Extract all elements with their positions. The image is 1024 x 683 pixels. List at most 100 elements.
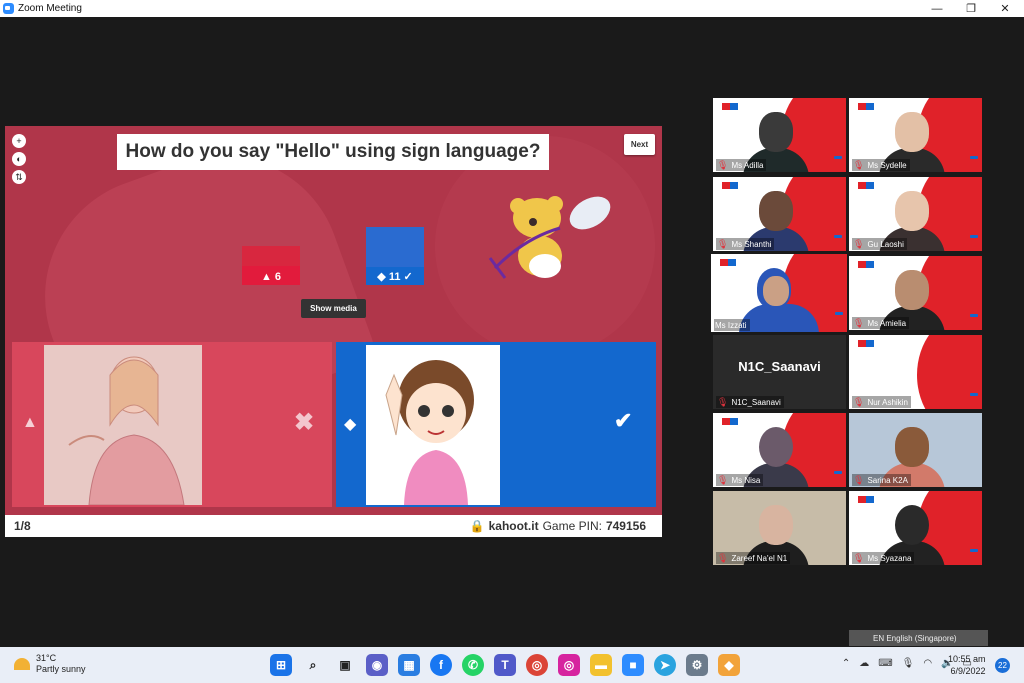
muted-mic-icon: 🎙 xyxy=(717,159,729,170)
kahoot-footer: 1/8 🔒 kahoot.it Game PIN: 749156 xyxy=(5,515,662,537)
participant-name: N1C_Saanavi xyxy=(731,397,781,407)
chevron-up-icon[interactable]: ⌃ xyxy=(842,658,850,669)
muted-mic-icon: 🎙 xyxy=(853,317,865,328)
diamond-icon: ◆ xyxy=(344,416,357,433)
taskbar-apps: ⊞ ⌕ ▣ ◉ ▦ f ✆ T ◎ ◎ ▬ ■ ➤ ⚙ ◆ xyxy=(270,654,740,676)
share-toolbar: + ◐ ⇅ xyxy=(12,134,26,184)
cupid-bear-mascot xyxy=(488,196,611,279)
settings-gear-icon[interactable]: ⚙ xyxy=(686,654,708,676)
zoom-in-icon[interactable]: + xyxy=(12,134,26,148)
window-title: Zoom Meeting xyxy=(18,3,82,14)
answer-image-girl-waving xyxy=(44,345,202,505)
answer-count: 6 xyxy=(274,271,282,283)
muted-mic-icon: 🎙 xyxy=(717,474,729,485)
calendar-app-icon[interactable]: ▦ xyxy=(398,654,420,676)
participant-tile[interactable]: 🎙 Ms Syazana xyxy=(849,491,982,565)
show-media-button[interactable]: Show media xyxy=(301,299,366,318)
minimize-button[interactable]: — xyxy=(920,0,954,17)
participant-tile[interactable]: 🎙 Ms Nisa xyxy=(713,413,846,487)
participant-tile[interactable]: 🎙 Nur Ashikin xyxy=(849,335,982,409)
participant-tile[interactable]: 🎙 Zareef Na'el N1 xyxy=(713,491,846,565)
participant-name: Zareef Na'el N1 xyxy=(731,553,788,563)
windows-taskbar: 31°C Partly sunny ⊞ ⌕ ▣ ◉ ▦ f ✆ T ◎ ◎ ▬ ■… xyxy=(0,647,1024,683)
close-button[interactable]: ✕ xyxy=(988,0,1022,17)
lock-icon: 🔒 xyxy=(469,519,485,533)
settings-icon[interactable]: ⇅ xyxy=(12,170,26,184)
answer-count: 11 ✓ xyxy=(388,271,413,283)
date: 6/9/2022 xyxy=(950,666,986,676)
next-button[interactable]: Next xyxy=(624,134,655,155)
teams-icon[interactable]: T xyxy=(494,654,516,676)
weather-widget[interactable]: 31°C Partly sunny xyxy=(14,653,86,675)
participant-name: Ms Shanthi xyxy=(731,239,772,249)
pin-value: 749156 xyxy=(605,519,646,533)
start-icon[interactable]: ⊞ xyxy=(270,654,292,676)
search-icon[interactable]: ⌕ xyxy=(302,654,324,676)
correct-icon: ✔ xyxy=(614,408,633,433)
weather-desc: Partly sunny xyxy=(36,664,86,674)
participant-tile[interactable]: 🎙 Sarina K2A xyxy=(849,413,982,487)
chat-icon[interactable]: ◉ xyxy=(366,654,388,676)
participant-name: Nur Ashikin xyxy=(867,397,908,407)
participant-tile[interactable]: 🎙 Ms Adilla xyxy=(713,98,846,172)
participant-name: Ms Amielia xyxy=(867,318,907,328)
muted-mic-icon: 🎙 xyxy=(717,238,729,249)
clock[interactable]: 10:55 am 6/9/2022 xyxy=(948,653,986,677)
participant-display-name: N1C_Saanavi xyxy=(738,359,821,374)
muted-mic-icon: 🎙 xyxy=(853,159,865,170)
participant-name: Ms Nisa xyxy=(731,475,761,485)
wrong-icon: ✖ xyxy=(294,409,315,436)
keyboard-icon[interactable]: ⌨ xyxy=(878,658,892,669)
task-view-icon[interactable]: ▣ xyxy=(334,654,356,676)
cloud-icon[interactable]: ☁ xyxy=(859,658,869,669)
time: 10:55 am xyxy=(948,654,986,664)
chrome-icon[interactable]: ◎ xyxy=(526,654,548,676)
participant-tile[interactable]: 🎙 Ms Shanthi xyxy=(713,177,846,251)
muted-mic-icon: 🎙 xyxy=(853,474,865,485)
title-bar: Zoom Meeting — ❐ ✕ xyxy=(0,0,1024,17)
muted-mic-icon: 🎙 xyxy=(717,396,729,407)
instagram-icon[interactable]: ◎ xyxy=(558,654,580,676)
language-indicator[interactable]: EN English (Singapore) xyxy=(849,630,988,646)
zoom-taskbar-icon[interactable]: ■ xyxy=(622,654,644,676)
temperature: 31°C xyxy=(36,653,57,663)
telegram-icon[interactable]: ➤ xyxy=(654,654,676,676)
triangle-icon: ▲ xyxy=(260,271,272,283)
muted-mic-icon: 🎙 xyxy=(853,396,865,407)
app-icon[interactable]: ◆ xyxy=(718,654,740,676)
diamond-icon: ◆ xyxy=(377,271,386,283)
shared-screen[interactable]: + ◐ ⇅ How do you say "Hello" using sign … xyxy=(5,126,662,537)
answer-option-red[interactable]: ▲ ✖ xyxy=(12,342,332,507)
participant-name: Ms Sydelle xyxy=(867,160,907,170)
sound-icon[interactable]: ◐ xyxy=(12,152,26,166)
notification-badge[interactable]: 22 xyxy=(995,658,1010,673)
participant-tile-video-off[interactable]: N1C_Saanavi 🎙 N1C_Saanavi xyxy=(713,335,846,409)
whatsapp-icon[interactable]: ✆ xyxy=(462,654,484,676)
zoom-app-icon xyxy=(3,3,14,14)
answer-count-bar-blue: ◆ 11 ✓ xyxy=(366,227,424,285)
answer-image-girl-saluting xyxy=(366,345,500,505)
pin-label: Game PIN: xyxy=(542,519,602,533)
participant-name: Ms Syazana xyxy=(867,553,912,563)
participant-name: Sarina K2A xyxy=(867,475,908,485)
participant-tile[interactable]: 🎙 Ms Sydelle xyxy=(849,98,982,172)
file-explorer-icon[interactable]: ▬ xyxy=(590,654,612,676)
participant-tile[interactable]: 🎙 Gu Laoshi xyxy=(849,177,982,251)
participant-tile-active-speaker[interactable]: Ms Izzati xyxy=(711,254,847,332)
weather-icon xyxy=(14,658,30,670)
participant-name: Gu Laoshi xyxy=(867,239,904,249)
answer-option-blue[interactable]: ◆ ✔ xyxy=(336,342,656,507)
muted-mic-icon: 🎙 xyxy=(853,552,865,563)
site-label: kahoot.it xyxy=(488,519,539,533)
question-title: How do you say "Hello" using sign langua… xyxy=(117,134,549,170)
microphone-icon[interactable]: 🎙 xyxy=(902,658,915,669)
maximize-button[interactable]: ❐ xyxy=(954,0,988,17)
participant-tile[interactable]: 🎙 Ms Amielia xyxy=(849,256,982,330)
muted-mic-icon: 🎙 xyxy=(853,238,865,249)
question-progress: 1/8 xyxy=(14,519,31,533)
facebook-icon[interactable]: f xyxy=(430,654,452,676)
participant-name: Ms Izzati xyxy=(715,320,747,330)
wifi-icon[interactable]: ◠ xyxy=(923,658,932,669)
answer-count-bar-red: ▲ 6 xyxy=(242,246,300,285)
triangle-icon: ▲ xyxy=(22,414,38,431)
